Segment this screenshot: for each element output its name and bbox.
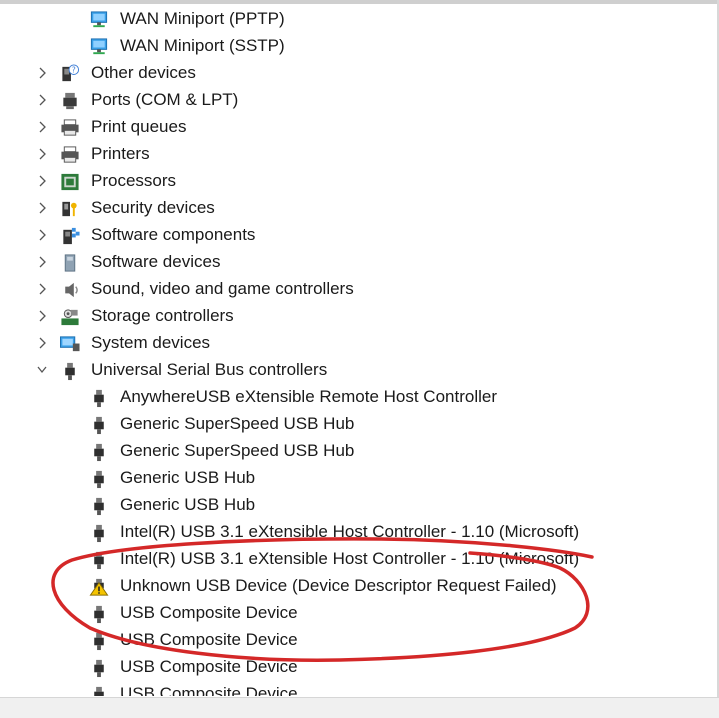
usb-plug-icon — [94, 659, 104, 678]
usb-plug-icon — [94, 497, 104, 516]
security-key-icon — [62, 201, 77, 217]
chevron-right-icon[interactable] — [36, 120, 48, 134]
tree-category-node[interactable]: ? Other devices — [0, 60, 717, 87]
tree-device-node[interactable]: USB Composite Device — [0, 681, 717, 696]
tree-node-label: USB Composite Device — [120, 684, 298, 696]
tree-node-label: Sound, video and game controllers — [91, 279, 354, 298]
tree-node-label: Generic SuperSpeed USB Hub — [120, 414, 355, 433]
tree-node-label: Generic SuperSpeed USB Hub — [120, 441, 355, 460]
tree-device-node[interactable]: Generic USB Hub — [0, 492, 717, 519]
window-top-border — [0, 0, 719, 4]
chevron-right-icon[interactable] — [36, 228, 48, 242]
chevron-down-icon[interactable] — [36, 363, 48, 377]
chevron-right-icon[interactable] — [36, 66, 48, 80]
tree-node-label: Intel(R) USB 3.1 eXtensible Host Control… — [120, 549, 580, 568]
tree-node-label: Unknown USB Device (Device Descriptor Re… — [120, 576, 557, 595]
tree-node-label: Generic USB Hub — [120, 495, 256, 514]
processor-icon — [61, 173, 79, 191]
warning-icon — [89, 578, 109, 596]
tree-node-label: USB Composite Device — [120, 603, 298, 622]
tree-device-node[interactable]: Unknown USB Device (Device Descriptor Re… — [0, 573, 717, 600]
tree-category-node[interactable]: Software devices — [0, 249, 717, 276]
unknown-device-icon: ? — [62, 64, 80, 82]
tree-device-node[interactable]: USB Composite Device — [0, 627, 717, 654]
chevron-right-icon[interactable] — [36, 309, 48, 323]
network-adapter-icon — [90, 11, 108, 28]
tree-node-label: Generic USB Hub — [120, 468, 256, 487]
chevron-right-icon[interactable] — [36, 201, 48, 215]
printer-icon — [61, 146, 79, 163]
tree-category-node[interactable]: Ports (COM & LPT) — [0, 87, 717, 114]
tree-category-node[interactable]: Printers — [0, 141, 717, 168]
tree-device-node[interactable]: WAN Miniport (SSTP) — [0, 33, 717, 60]
tree-node-label: Print queues — [91, 117, 187, 136]
tree-device-node[interactable]: WAN Miniport (PPTP) — [0, 6, 717, 33]
port-icon — [63, 92, 77, 110]
usb-plug-icon — [94, 389, 104, 408]
chevron-right-icon[interactable] — [36, 255, 48, 269]
tree-node-label: Universal Serial Bus controllers — [91, 360, 328, 379]
usb-plug-icon — [94, 470, 104, 489]
tree-category-node[interactable]: Software components — [0, 222, 717, 249]
network-adapter-icon — [90, 38, 108, 55]
chevron-right-icon[interactable] — [36, 93, 48, 107]
printer-icon — [61, 119, 79, 136]
tree-node-label: Intel(R) USB 3.1 eXtensible Host Control… — [120, 522, 580, 541]
tree-node-label: Other devices — [91, 63, 196, 82]
tree-node-label: Storage controllers — [91, 306, 234, 325]
tree-node-label: Software devices — [91, 252, 221, 271]
usb-plug-icon — [94, 605, 104, 624]
tree-category-node[interactable]: Universal Serial Bus controllers — [0, 357, 717, 384]
storage-controller-icon — [61, 309, 79, 326]
tree-category-node[interactable]: Sound, video and game controllers — [0, 276, 717, 303]
tree-node-label: WAN Miniport (SSTP) — [120, 36, 285, 55]
tree-category-node[interactable]: Processors — [0, 168, 717, 195]
tree-device-node[interactable]: Intel(R) USB 3.1 eXtensible Host Control… — [0, 546, 717, 573]
chevron-right-icon[interactable] — [36, 336, 48, 350]
tree-node-label: Security devices — [91, 198, 215, 217]
tree-category-node[interactable]: Print queues — [0, 114, 717, 141]
usb-plug-icon — [94, 416, 104, 435]
tree-device-node[interactable]: Generic USB Hub — [0, 465, 717, 492]
tree-node-label: Ports (COM & LPT) — [91, 90, 239, 109]
tree-node-label: AnywhereUSB eXtensible Remote Host Contr… — [120, 387, 498, 406]
software-component-icon — [63, 227, 80, 245]
usb-plug-icon — [65, 362, 75, 381]
chevron-right-icon[interactable] — [36, 147, 48, 161]
chevron-right-icon[interactable] — [36, 282, 48, 296]
tree-category-node[interactable]: Security devices — [0, 195, 717, 222]
software-device-icon — [64, 254, 76, 272]
tree-device-node[interactable]: Generic SuperSpeed USB Hub — [0, 411, 717, 438]
speaker-icon — [65, 282, 78, 298]
tree-device-node[interactable]: AnywhereUSB eXtensible Remote Host Contr… — [0, 384, 717, 411]
tree-device-node[interactable]: Generic SuperSpeed USB Hub — [0, 438, 717, 465]
tree-node-label: Software components — [91, 225, 256, 244]
svg-text:?: ? — [72, 66, 76, 75]
tree-category-node[interactable]: System devices — [0, 330, 717, 357]
system-device-icon — [60, 336, 80, 352]
tree-node-label: Printers — [91, 144, 150, 163]
tree-device-node[interactable]: Intel(R) USB 3.1 eXtensible Host Control… — [0, 519, 717, 546]
usb-plug-icon — [94, 686, 104, 696]
chevron-right-icon[interactable] — [36, 174, 48, 188]
status-bar — [0, 697, 719, 718]
usb-plug-icon — [94, 632, 104, 651]
tree-node-label: Processors — [91, 171, 177, 190]
tree-node-label: USB Composite Device — [120, 630, 298, 649]
tree-node-label: WAN Miniport (PPTP) — [120, 9, 285, 28]
tree-node-label: System devices — [91, 333, 211, 352]
usb-plug-icon — [94, 524, 104, 543]
tree-category-node[interactable]: Storage controllers — [0, 303, 717, 330]
usb-plug-icon — [94, 443, 104, 462]
tree-node-label: USB Composite Device — [120, 657, 298, 676]
tree-device-node[interactable]: USB Composite Device — [0, 600, 717, 627]
device-tree[interactable]: WAN Miniport (PPTP) WAN Miniport (SSTP)? O… — [0, 6, 717, 696]
tree-device-node[interactable]: USB Composite Device — [0, 654, 717, 681]
usb-plug-icon — [94, 551, 104, 570]
